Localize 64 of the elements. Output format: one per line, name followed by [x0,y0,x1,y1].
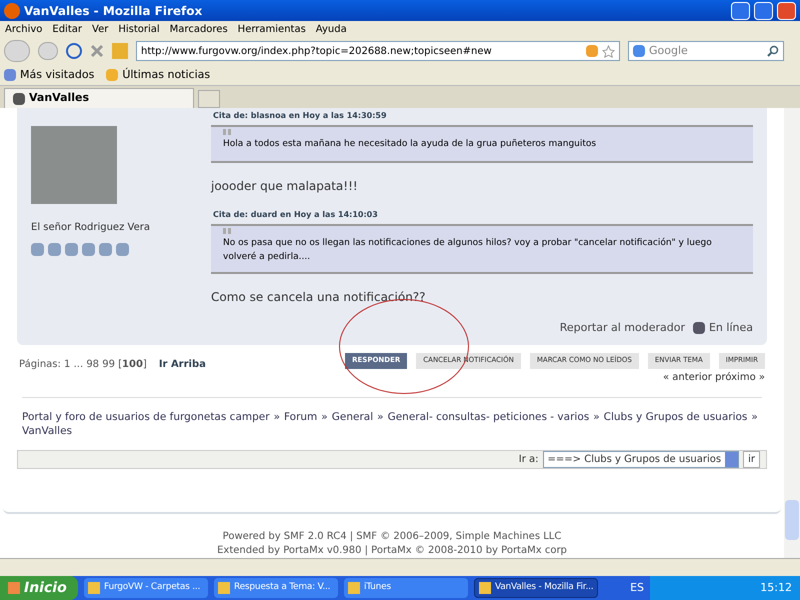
footer-text: Extended by PortaMx v0.980 | PortaMx © 2008-2010 by PortaMx corp [217,544,567,558]
address-field[interactable]: http://www.furgovw.org/index.php?topic=202688.new;topicseen#new [136,41,620,61]
prev-next-links[interactable]: « anterior próximo » [662,370,765,384]
new-tab-button[interactable] [198,90,220,108]
minimize-button[interactable] [731,2,750,20]
breadcrumb-separator: » [321,410,328,424]
search-icon[interactable] [767,45,779,57]
menu-item[interactable]: Ayuda [316,22,347,36]
breadcrumb-separator: » [377,410,384,424]
taskbar-button[interactable]: Respuesta a Tema: V... [214,578,338,598]
taskbar-button[interactable]: FurgoVW - Carpetas ... [84,578,208,598]
breadcrumb-link[interactable]: Forum [284,410,318,424]
menu-item[interactable]: Herramientas [238,22,306,36]
quote-header: Cita de: duard en Hoy a las 14:10:03 [212,209,379,221]
breadcrumb-link[interactable]: General [332,410,374,424]
footer-text: Powered by SMF 2.0 RC4 | SMF © 2006–2009, Simple Machines LLC [222,530,562,544]
bookmark-item[interactable]: Últimas noticias [106,66,210,84]
back-button[interactable] [4,40,30,62]
dropdown-icon [725,452,738,467]
menu-item[interactable]: Marcadores [170,22,228,36]
language-indicator: ES [630,580,644,596]
menu-item[interactable]: Archivo [5,22,42,36]
online-status: En línea [692,320,753,336]
breadcrumb-separator: » [593,410,600,424]
breadcrumb-link[interactable]: VanValles [22,424,72,438]
taskbar-button[interactable]: iTunes [344,578,468,598]
window-title: VanValles - Mozilla Firefox [24,2,204,20]
breadcrumb-link[interactable]: General- consultas- peticiones - varios [388,410,590,424]
post-text: Como se cancela una notificación?? [211,289,427,306]
post-text: joooder que malapata!!! [211,178,359,195]
breadcrumb-link[interactable]: Portal y foro de usuarios de furgonetas camper [22,410,270,424]
browser-icon [4,2,20,18]
quote-text: No os pasa que no os llegan las notificaciones de algunos hilos? voy a probar "cancelar notificación" y luego volveré a pedirla.... [223,238,712,262]
browser-tab[interactable]: VanValles [4,88,194,108]
search-input[interactable]: Google [649,42,763,60]
start-button[interactable]: Inicio [0,576,78,600]
pagination: Páginas: 1 ... 98 99 [100] [19,358,147,372]
stop-icon[interactable] [90,44,104,58]
bookmark-item[interactable]: Más visitados [4,66,94,84]
quote-header: Cita de: blasnoa en Hoy a las 14:30:59 [212,110,388,122]
top-link[interactable]: Ir Arriba [158,356,206,372]
breadcrumb-separator: » [274,410,280,424]
reload-icon[interactable] [66,43,82,59]
go-button[interactable]: ir [743,450,760,468]
taskbar-button[interactable]: VanValles - Mozilla Fir... [474,578,598,598]
menu-item[interactable]: Historial [118,22,160,36]
clock: 15:12 [760,580,792,596]
scrollbar[interactable] [784,108,800,558]
search-field[interactable]: Google [628,41,784,61]
menu-item[interactable]: Editar [52,22,82,36]
report-link[interactable]: Reportar al moderador [560,320,685,336]
breadcrumb-link[interactable]: Clubs y Grupos de usuarios [604,410,748,424]
star-icon[interactable] [602,44,615,58]
breadcrumb-separator: » [751,410,758,424]
menu-item[interactable]: Ver [92,22,108,36]
forum-select[interactable]: ===> Clubs y Grupos de usuarios [542,450,740,468]
forward-button[interactable] [38,42,58,60]
quote-text: Hola a todos esta mañana he necesitado la ayuda de la grua puñeteros manguitos [223,139,596,149]
quote-icon [223,129,232,135]
jump-label: Ir a: [518,452,539,467]
close-button[interactable] [777,2,796,20]
quote-icon [223,228,232,234]
author-name: El señor Rodriguez Vera [31,221,151,235]
maximize-button[interactable] [754,2,773,20]
